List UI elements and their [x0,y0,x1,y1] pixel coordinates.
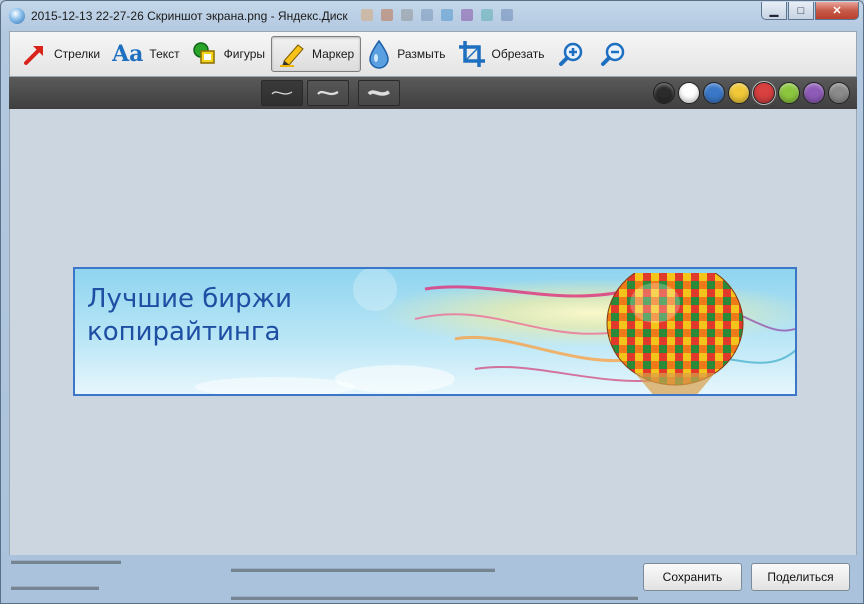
tool-text-label: Текст [149,47,180,61]
minimize-button[interactable]: ▁ [761,2,787,20]
shapes-icon [192,41,218,67]
screenshot-image[interactable]: Лучшие биржи копирайтинга [73,267,797,396]
bottom-bar: ▬▬▬▬▬▬▬▬▬▬ ▬▬▬▬▬▬▬▬ ▬▬▬▬▬▬▬▬▬▬▬▬▬▬▬▬▬▬▬▬… [9,555,857,604]
tool-shapes-label: Фигуры [223,47,265,61]
window-controls: ▁ □ ✕ [761,2,859,20]
hot-air-balloon-graphic [606,273,744,394]
tool-arrows[interactable]: Стрелки [16,36,106,72]
background-text-fragment: ▬▬▬▬▬▬▬▬ [11,581,99,593]
blur-drop-icon [367,39,391,69]
tool-blur[interactable]: Размыть [361,36,451,72]
stroke-medium-icon [317,90,339,96]
color-swatch-green[interactable] [778,82,800,104]
color-swatch-white[interactable] [678,82,700,104]
tool-shapes[interactable]: Фигуры [186,36,271,72]
tool-arrows-label: Стрелки [54,47,101,61]
zoom-out-icon [601,42,625,66]
share-button[interactable]: Поделиться [751,563,850,591]
stroke-thin-button[interactable] [261,80,303,106]
tool-blur-label: Размыть [397,47,446,61]
stroke-thick-icon [367,90,390,96]
tool-text[interactable]: Aa Текст [106,36,186,72]
zoom-in-button[interactable] [550,36,592,72]
tool-options-bar [9,77,857,109]
toolbar: Стрелки Aa Текст Фигуры Маркер Размыть О… [9,31,857,77]
zoom-in-icon [559,42,583,66]
color-swatch-gray[interactable] [828,82,850,104]
background-text-fragment: ▬▬▬▬▬▬▬▬▬▬ [11,555,121,567]
stroke-thick-button[interactable] [358,80,400,106]
image-canvas[interactable]: Лучшие биржи копирайтинга [9,109,857,555]
stroke-thin-icon [271,91,293,95]
color-swatch-purple[interactable] [803,82,825,104]
color-swatch-blue[interactable] [703,82,725,104]
crop-icon [458,40,486,68]
arrow-icon [22,41,48,67]
color-swatch-red[interactable] [753,82,775,104]
text-icon: Aa [112,41,144,67]
save-button[interactable]: Сохранить [643,563,742,591]
yandex-disk-icon [9,8,25,24]
background-taskbar-ghost [361,5,741,25]
window-title: 2015-12-13 22-27-26 Скриншот экрана.png … [31,9,348,23]
marker-icon [278,41,306,67]
stroke-medium-button[interactable] [307,80,349,106]
color-swatch-yellow[interactable] [728,82,750,104]
color-swatch-black[interactable] [653,82,675,104]
close-button[interactable]: ✕ [815,2,859,20]
background-text-fragment: ▬▬▬▬▬▬▬▬▬▬▬▬▬▬▬▬▬▬▬▬▬▬▬▬ [231,563,495,575]
tool-marker-label: Маркер [312,47,355,61]
tool-crop-label: Обрезать [491,47,545,61]
tool-marker[interactable]: Маркер [271,36,362,72]
maximize-button[interactable]: □ [788,2,814,20]
zoom-out-button[interactable] [592,36,634,72]
tool-crop[interactable]: Обрезать [452,36,551,72]
editor-window: 2015-12-13 22-27-26 Скриншот экрана.png … [0,0,864,604]
background-text-fragment: ▬▬▬▬▬▬▬▬▬▬▬▬▬▬▬▬▬▬▬▬▬▬▬▬▬▬▬▬▬▬▬▬▬▬▬▬▬ [231,591,638,603]
